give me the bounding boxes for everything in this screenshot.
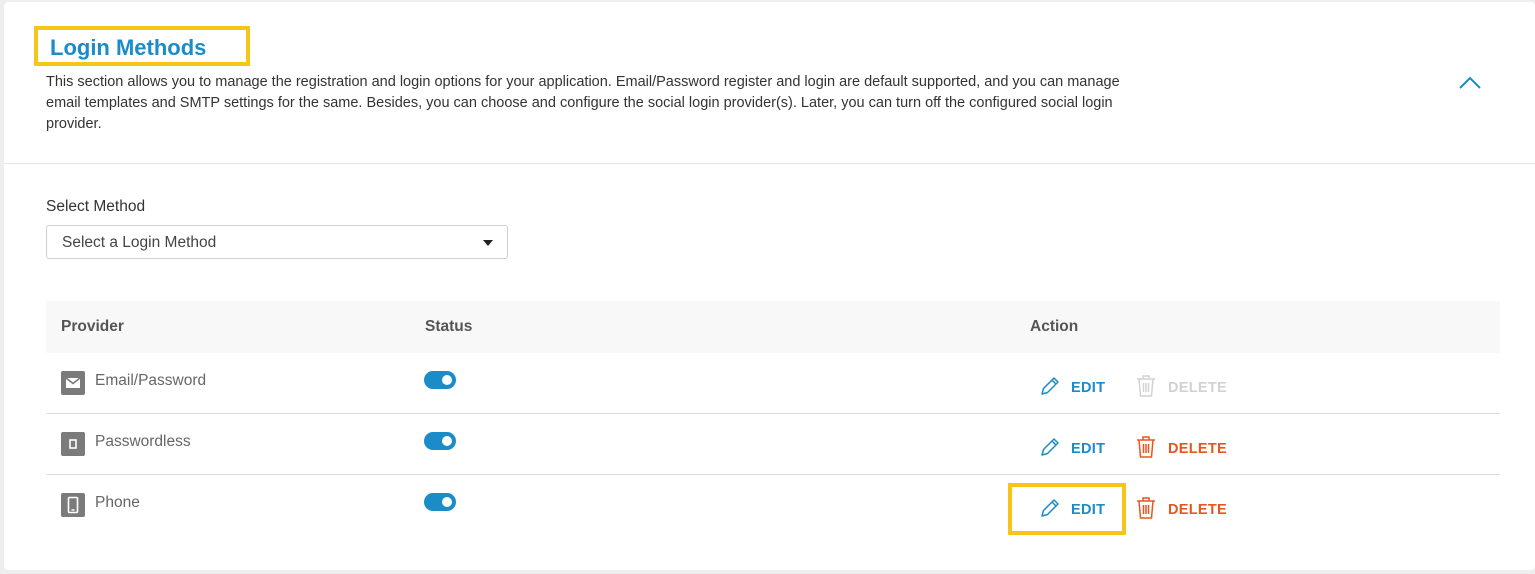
trash-icon xyxy=(1135,435,1157,464)
trash-icon xyxy=(1135,374,1157,403)
toggle-knob xyxy=(442,497,452,507)
edit-label: EDIT xyxy=(1071,441,1106,457)
delete-button[interactable]: DELETE xyxy=(1135,435,1227,464)
collapse-chevron-up-icon[interactable] xyxy=(1456,72,1484,94)
envelope-icon xyxy=(61,371,85,395)
header-provider: Provider xyxy=(61,318,124,335)
delete-label: DELETE xyxy=(1168,380,1227,396)
edit-button[interactable]: EDIT xyxy=(1039,437,1105,461)
delete-button[interactable]: DELETE xyxy=(1135,374,1227,403)
provider-name: Email/Password xyxy=(95,372,207,389)
title-highlight: Login Methods xyxy=(34,26,250,66)
pencil-icon xyxy=(1039,436,1061,463)
table-row: Email/Password EDIT DELETE xyxy=(46,353,1500,414)
login-methods-card: Login Methods This section allows you to… xyxy=(4,2,1535,570)
toggle-knob xyxy=(442,436,452,446)
section-description: This section allows you to manage the re… xyxy=(46,74,1120,132)
login-method-select[interactable]: Select a Login Method xyxy=(46,225,508,259)
section-title: Login Methods xyxy=(50,35,207,60)
select-placeholder: Select a Login Method xyxy=(62,234,217,251)
status-toggle[interactable] xyxy=(424,371,456,389)
status-toggle[interactable] xyxy=(424,432,456,450)
pencil-icon xyxy=(1039,375,1061,402)
table-row: Passwordless EDIT DELETE xyxy=(46,414,1500,475)
section-header: Login Methods This section allows you to… xyxy=(4,2,1535,164)
phone-icon xyxy=(61,493,85,517)
device-icon xyxy=(61,432,85,456)
header-action: Action xyxy=(1030,318,1079,335)
provider-name: Passwordless xyxy=(95,433,191,450)
pencil-icon xyxy=(1039,497,1061,524)
edit-label: EDIT xyxy=(1071,502,1106,518)
trash-icon xyxy=(1135,496,1157,525)
delete-label: DELETE xyxy=(1168,502,1227,518)
edit-button[interactable]: EDIT xyxy=(1039,498,1105,522)
providers-table: Provider Status Action Email/Password ED… xyxy=(46,301,1500,535)
delete-button[interactable]: DELETE xyxy=(1135,496,1227,525)
table-row: Phone EDIT DELETE xyxy=(46,475,1500,535)
provider-name: Phone xyxy=(95,494,140,511)
toggle-knob xyxy=(442,375,452,385)
caret-down-icon xyxy=(483,240,493,246)
edit-label: EDIT xyxy=(1071,380,1106,396)
edit-button[interactable]: EDIT xyxy=(1039,376,1105,400)
header-status: Status xyxy=(425,318,473,335)
table-header: Provider Status Action xyxy=(46,301,1500,353)
status-toggle[interactable] xyxy=(424,493,456,511)
select-method-label: Select Method xyxy=(46,198,146,215)
delete-label: DELETE xyxy=(1168,441,1227,457)
